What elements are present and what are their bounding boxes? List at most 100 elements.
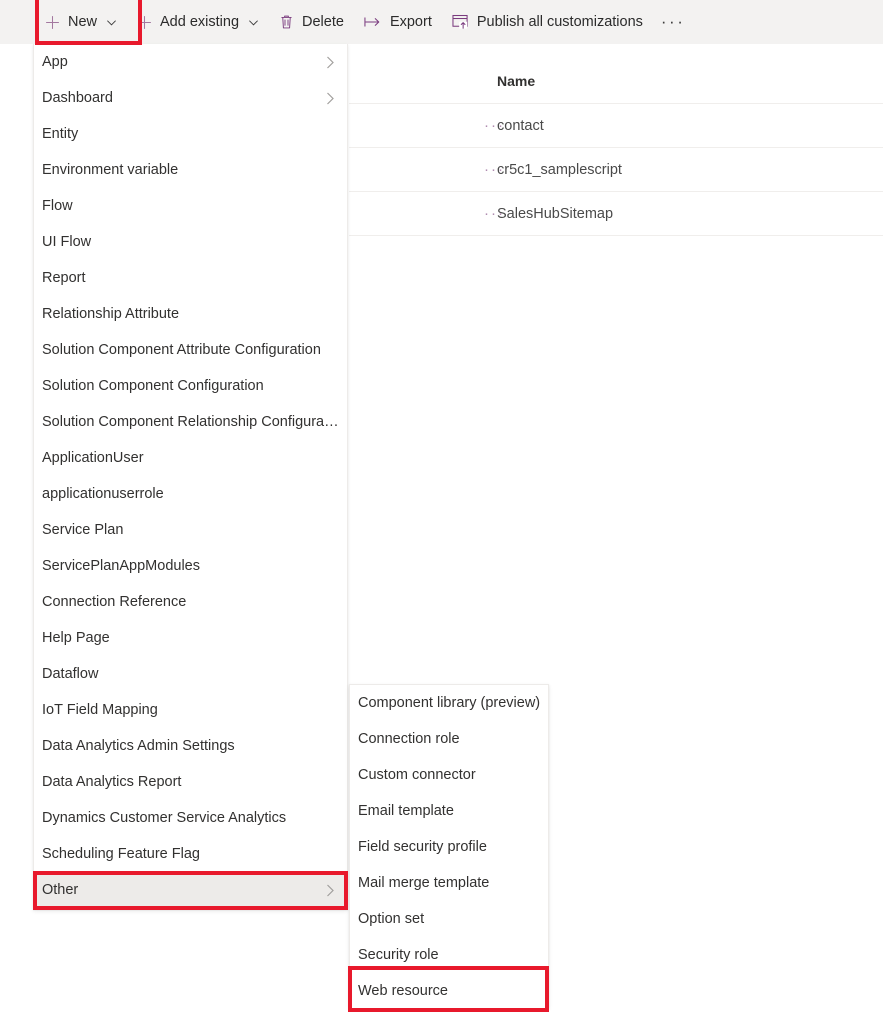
grid-header-name[interactable]: Name [497, 73, 883, 103]
export-label: Export [389, 13, 432, 30]
menu-item-ui-flow[interactable]: UI Flow [34, 224, 347, 260]
menu-item-label: Other [42, 882, 79, 898]
submenu-item-label: Field security profile [358, 839, 487, 855]
menu-item-applicationuserrole[interactable]: applicationuserrole [34, 476, 347, 512]
table-row[interactable]: ··· SalesHubSitemap [349, 192, 883, 236]
new-dropdown-menu: App Dashboard Entity Environment variabl… [33, 44, 348, 910]
submenu-item-custom-connector[interactable]: Custom connector [350, 757, 548, 793]
menu-item-solution-component-configuration[interactable]: Solution Component Configuration [34, 368, 347, 404]
overflow-menu-button[interactable]: ··· [653, 0, 693, 44]
menu-item-label: Report [42, 270, 86, 286]
export-button[interactable]: Export [354, 0, 442, 44]
row-name[interactable]: contact [497, 118, 883, 134]
menu-item-environment-variable[interactable]: Environment variable [34, 152, 347, 188]
menu-item-dataflow[interactable]: Dataflow [34, 656, 347, 692]
table-row[interactable]: ··· contact [349, 104, 883, 148]
delete-button[interactable]: Delete [269, 0, 354, 44]
menu-item-applicationuser[interactable]: ApplicationUser [34, 440, 347, 476]
menu-item-label: Entity [42, 126, 79, 142]
submenu-item-security-role[interactable]: Security role [350, 937, 548, 973]
menu-item-iot-field-mapping[interactable]: IoT Field Mapping [34, 692, 347, 728]
add-existing-button[interactable]: Add existing [127, 0, 269, 44]
menu-item-flow[interactable]: Flow [34, 188, 347, 224]
menu-item-service-plan[interactable]: Service Plan [34, 512, 347, 548]
new-button-label: New [68, 13, 98, 30]
row-name[interactable]: SalesHubSitemap [497, 206, 883, 222]
submenu-item-label: Connection role [358, 731, 460, 747]
menu-item-label: IoT Field Mapping [42, 702, 158, 718]
chevron-down-icon [248, 17, 259, 28]
submenu-item-web-resource[interactable]: Web resource [350, 973, 548, 1009]
submenu-item-label: Option set [358, 911, 425, 927]
menu-item-serviceplanappmodules[interactable]: ServicePlanAppModules [34, 548, 347, 584]
chevron-right-icon [321, 56, 339, 69]
publish-icon [452, 14, 469, 30]
menu-item-relationship-attribute[interactable]: Relationship Attribute [34, 296, 347, 332]
submenu-item-label: Security role [358, 947, 439, 963]
other-submenu: Component library (preview) Connection r… [349, 684, 549, 1008]
menu-item-label: Flow [42, 198, 73, 214]
menu-item-label: Dashboard [42, 90, 113, 106]
trash-icon [279, 14, 294, 30]
menu-item-solution-component-attribute-configuration[interactable]: Solution Component Attribute Configurati… [34, 332, 347, 368]
chevron-right-icon [321, 884, 339, 897]
menu-item-scheduling-feature-flag[interactable]: Scheduling Feature Flag [34, 836, 347, 872]
menu-item-label: ApplicationUser [42, 450, 144, 466]
menu-item-label: applicationuserrole [42, 486, 164, 502]
menu-item-label: Data Analytics Admin Settings [42, 738, 235, 754]
plus-icon [45, 15, 60, 30]
command-bar: New Add existing Delete Export Publish a… [0, 0, 883, 44]
menu-item-report[interactable]: Report [34, 260, 347, 296]
menu-item-help-page[interactable]: Help Page [34, 620, 347, 656]
submenu-item-mail-merge-template[interactable]: Mail merge template [350, 865, 548, 901]
menu-item-other[interactable]: Other [34, 872, 347, 908]
submenu-item-label: Mail merge template [358, 875, 490, 891]
submenu-item-label: Custom connector [358, 767, 476, 783]
submenu-item-component-library[interactable]: Component library (preview) [350, 685, 548, 721]
menu-item-label: Solution Component Configuration [42, 378, 264, 394]
row-context-cell: ··· [349, 162, 503, 177]
row-name[interactable]: cr5c1_samplescript [497, 162, 883, 178]
menu-item-dynamics-customer-service-analytics[interactable]: Dynamics Customer Service Analytics [34, 800, 347, 836]
chevron-right-icon [321, 92, 339, 105]
menu-item-label: Relationship Attribute [42, 306, 180, 322]
menu-item-label: Data Analytics Report [42, 774, 182, 790]
solution-components-grid: Name ··· contact ··· cr5c1_samplescript … [349, 44, 883, 236]
menu-item-dashboard[interactable]: Dashboard [34, 80, 347, 116]
menu-item-app[interactable]: App [34, 44, 347, 80]
new-button[interactable]: New [35, 0, 127, 44]
menu-item-label: Dataflow [42, 666, 99, 682]
menu-item-label: Scheduling Feature Flag [42, 846, 200, 862]
menu-item-label: App [42, 54, 68, 70]
table-row[interactable]: ··· cr5c1_samplescript [349, 148, 883, 192]
row-context-cell: ··· [349, 118, 503, 133]
publish-all-customizations-label: Publish all customizations [476, 13, 643, 30]
menu-item-label: Environment variable [42, 162, 179, 178]
menu-item-label: Help Page [42, 630, 110, 646]
submenu-item-label: Web resource [358, 983, 448, 999]
add-existing-label: Add existing [160, 13, 240, 30]
menu-item-label: Solution Component Relationship Configur… [42, 414, 339, 430]
menu-item-connection-reference[interactable]: Connection Reference [34, 584, 347, 620]
menu-item-data-analytics-report[interactable]: Data Analytics Report [34, 764, 347, 800]
submenu-item-field-security-profile[interactable]: Field security profile [350, 829, 548, 865]
row-context-cell: ··· [349, 206, 503, 221]
grid-header-row: Name [349, 44, 883, 104]
menu-item-solution-component-relationship-configuration[interactable]: Solution Component Relationship Configur… [34, 404, 347, 440]
menu-item-label: Solution Component Attribute Configurati… [42, 342, 321, 358]
submenu-item-connection-role[interactable]: Connection role [350, 721, 548, 757]
menu-item-label: ServicePlanAppModules [42, 558, 200, 574]
plus-icon [137, 15, 152, 30]
chevron-down-icon [106, 17, 117, 28]
publish-all-customizations-button[interactable]: Publish all customizations [442, 0, 653, 44]
delete-label: Delete [302, 13, 344, 30]
menu-item-label: Connection Reference [42, 594, 187, 610]
menu-item-data-analytics-admin-settings[interactable]: Data Analytics Admin Settings [34, 728, 347, 764]
menu-item-entity[interactable]: Entity [34, 116, 347, 152]
submenu-item-email-template[interactable]: Email template [350, 793, 548, 829]
submenu-item-option-set[interactable]: Option set [350, 901, 548, 937]
export-icon [364, 15, 382, 29]
menu-item-label: UI Flow [42, 234, 92, 250]
menu-item-label: Service Plan [42, 522, 124, 538]
menu-item-label: Dynamics Customer Service Analytics [42, 810, 287, 826]
